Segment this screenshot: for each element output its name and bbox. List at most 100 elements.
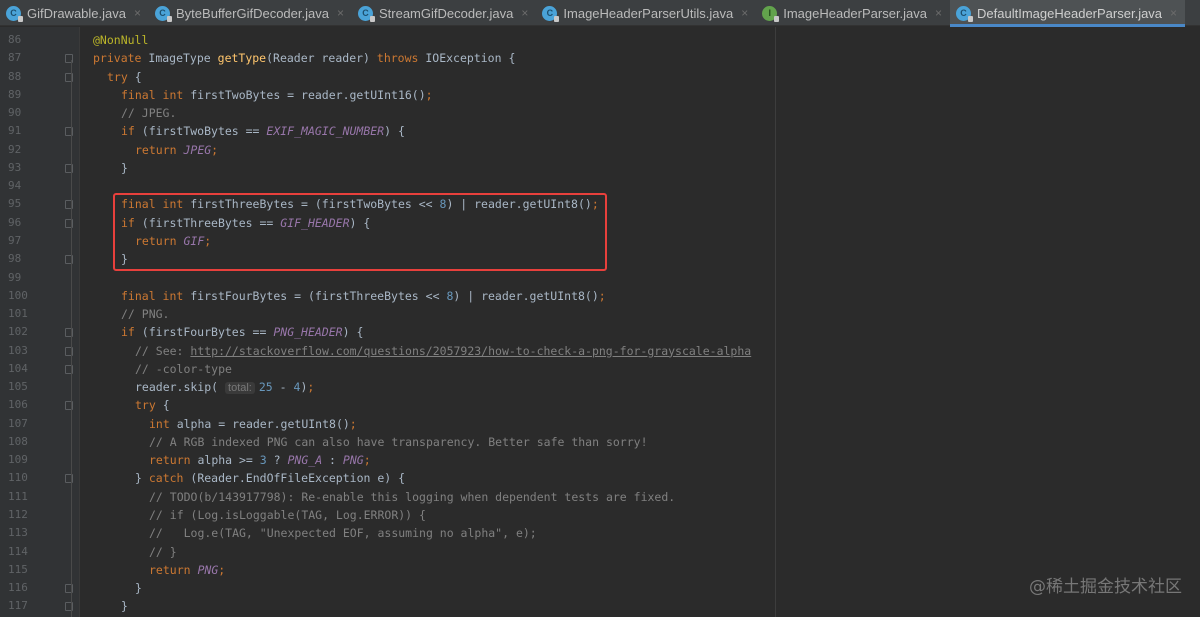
class-icon: C	[542, 5, 560, 22]
code-line: return PNG;	[149, 561, 225, 579]
code-line: // -color-type	[135, 360, 232, 378]
code-token: catch	[148, 471, 191, 486]
code-line: try {	[135, 396, 170, 414]
line-number: 113	[8, 526, 28, 540]
line-number: 88	[8, 69, 22, 83]
code-line: // Log.e(TAG, "Unexpected EOF, assuming …	[149, 524, 537, 542]
code-token: }	[135, 471, 149, 486]
code-line: int alpha = reader.getUInt8();	[149, 415, 357, 433]
line-number: 117	[8, 599, 28, 613]
code-token: // -color-type	[135, 361, 232, 376]
line-number: 93	[8, 160, 22, 174]
code-link[interactable]: http://stackoverflow.com/questions/20579…	[190, 344, 751, 358]
editor-tab-bar: C GifDrawable.java × C ByteBufferGifDecoder.…	[0, 0, 1200, 27]
code-token: int	[149, 416, 177, 431]
code-token: -	[279, 380, 294, 395]
close-tab-icon[interactable]: ×	[741, 6, 748, 20]
class-icon: C	[357, 5, 375, 22]
code-line: return alpha >= 3 ? PNG_A : PNG;	[149, 451, 371, 469]
tab-imageheaderparser[interactable]: I ImageHeaderParser.java ×	[756, 0, 950, 26]
code-line: // PNG.	[121, 305, 169, 323]
line-number: 86	[8, 33, 22, 46]
code-token: :	[329, 453, 343, 468]
code-token: throws	[376, 51, 426, 66]
code-token: try	[107, 69, 135, 84]
line-number-gutter: 86 87 88 89 90 91 92 93 94 95 96 97 98 99 100 101 102 103…	[0, 27, 80, 617]
code-token: private	[93, 51, 149, 66]
line-number: 90	[8, 106, 22, 120]
tab-label: ImageHeaderParser.java	[783, 5, 928, 21]
line-number: 91	[8, 124, 22, 138]
code-token: (Reader reader)	[266, 51, 377, 66]
line-number: 95	[8, 197, 22, 211]
code-token: PNG_A	[287, 453, 330, 468]
line-number: 107	[8, 416, 28, 430]
code-line: // if (Log.isLoggable(TAG, Log.ERROR)) {	[149, 506, 426, 524]
line-number: 96	[8, 215, 22, 229]
tab-imageheaderparserutils[interactable]: C ImageHeaderParserUtils.java ×	[536, 0, 756, 26]
line-number: 94	[8, 179, 22, 193]
code-line: }	[121, 159, 128, 177]
code-token: {	[162, 398, 170, 413]
line-number: 100	[8, 288, 28, 302]
close-tab-icon[interactable]: ×	[935, 6, 942, 20]
line-number: 98	[8, 252, 22, 266]
close-tab-icon[interactable]: ×	[337, 6, 344, 20]
code-token: reader.skip(	[135, 380, 226, 395]
code-line: private ImageType getType(Reader reader)…	[93, 49, 515, 67]
code-token: (firstTwoBytes ==	[141, 124, 267, 139]
tab-streamgifdecoder[interactable]: C StreamGifDecoder.java ×	[352, 0, 536, 26]
code-token: PNG	[342, 453, 364, 468]
code-token: getType	[217, 51, 267, 66]
tab-gifdrawable[interactable]: C GifDrawable.java ×	[0, 0, 149, 26]
close-tab-icon[interactable]: ×	[1170, 6, 1177, 20]
code-token: PNG_HEADER	[273, 325, 343, 340]
code-token: (Reader.EndOfFileException e) {	[190, 471, 406, 486]
code-token: ;	[598, 288, 606, 303]
code-token: }	[121, 160, 128, 175]
interface-icon: I	[762, 5, 780, 22]
line-number: 109	[8, 453, 28, 467]
tab-label: StreamGifDecoder.java	[378, 5, 514, 21]
line-number: 104	[8, 361, 28, 375]
code-line: if (firstFourBytes == PNG_HEADER) {	[121, 323, 363, 341]
line-number: 114	[8, 544, 28, 558]
line-number: 111	[8, 489, 28, 503]
tab-label: ImageHeaderParserUtils.java	[563, 5, 734, 21]
code-token: // JPEG.	[121, 106, 177, 121]
line-number: 112	[8, 508, 28, 522]
watermark: @稀土掘金技术社区	[1029, 577, 1182, 597]
code-token: if	[121, 325, 142, 340]
code-token: alpha = reader.getUInt8()	[176, 416, 350, 431]
line-number: 101	[8, 307, 28, 321]
code-token: }	[121, 599, 128, 614]
code-token: firstFourBytes = (firstThreeBytes <<	[190, 288, 447, 303]
code-token: (firstFourBytes ==	[141, 325, 274, 340]
line-number: 103	[8, 343, 28, 357]
code-token: ImageType	[148, 51, 218, 66]
code-token: ;	[363, 453, 371, 468]
code-line: } catch (Reader.EndOfFileException e) {	[135, 469, 405, 487]
code-line: // A RGB indexed PNG can also have trans…	[149, 433, 648, 451]
code-token: // TODO(b/143917798): Re-enable this log…	[149, 489, 676, 504]
code-token: if	[121, 124, 142, 139]
code-token: @NonNull	[93, 33, 149, 47]
close-tab-icon[interactable]: ×	[134, 6, 141, 20]
code-token: alpha >=	[197, 453, 260, 468]
code-token: IOException {	[425, 51, 516, 66]
code-line: final int firstTwoBytes = reader.getUInt…	[121, 86, 433, 104]
code-line: try {	[107, 68, 142, 86]
code-token: EXIF_MAGIC_NUMBER	[266, 124, 385, 139]
code-token: try	[135, 398, 163, 413]
code-token: // PNG.	[121, 307, 170, 322]
code-token: {	[134, 69, 142, 84]
tab-defaultimageheaderparser[interactable]: C DefaultImageHeaderParser.java ×	[950, 0, 1186, 27]
tab-bytebuffergifdecoder[interactable]: C ByteBufferGifDecoder.java ×	[149, 0, 352, 26]
close-tab-icon[interactable]: ×	[521, 6, 528, 20]
line-number: 105	[8, 380, 28, 394]
tab-label: ByteBufferGifDecoder.java	[176, 5, 329, 21]
code-line: // TODO(b/143917798): Re-enable this log…	[149, 488, 675, 506]
line-number: 102	[8, 325, 28, 339]
tab-label: GifDrawable.java	[27, 5, 126, 21]
line-number: 99	[8, 270, 22, 284]
